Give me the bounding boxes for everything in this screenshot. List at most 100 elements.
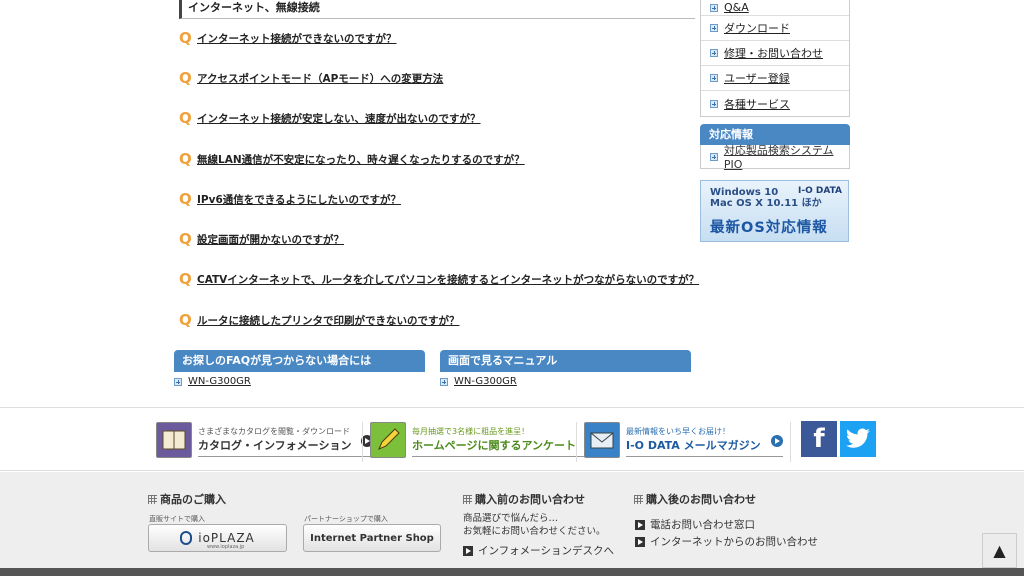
divider xyxy=(790,422,791,462)
sidebar-item-label: ダウンロード xyxy=(724,22,790,35)
sidebar-item-registration[interactable]: ユーザー登録 xyxy=(701,66,849,91)
os-banner-line2: Mac OS X 10.11 ほか xyxy=(710,198,822,209)
faq-link[interactable]: 設定画面が開かないのですが？ xyxy=(197,232,344,247)
ioplaza-logo-icon xyxy=(180,531,193,545)
faq-item[interactable]: Q インターネット接続ができないのですが？ xyxy=(179,28,397,48)
catalog-banner[interactable]: さまざまなカタログを閲覧・ダウンロード カタログ・インフォメーション xyxy=(156,422,374,458)
infodesk-link[interactable]: インフォメーションデスクへ xyxy=(463,543,614,558)
sidebar-item-qa[interactable]: Q&A xyxy=(701,0,849,16)
support-pio-link[interactable]: 対応製品検索システムPIO xyxy=(700,144,850,171)
section-title: インターネット、無線接続 xyxy=(179,0,695,19)
faq-item[interactable]: Q 設定画面が開かないのですが？ xyxy=(179,229,344,249)
faq-link[interactable]: アクセスポイントモード（APモード）への変更方法 xyxy=(197,71,443,86)
faq-link[interactable]: 無線LAN通信が不安定になったり、時々遅くなったりするのですが？ xyxy=(197,152,525,167)
faq-item[interactable]: Q ルータに接続したプリンタで印刷ができないのですが？ xyxy=(179,310,460,330)
q-icon: Q xyxy=(179,29,192,47)
iodata-logo: I-O DATA xyxy=(797,186,842,196)
internet-contact-label: インターネットからのお問い合わせ xyxy=(650,536,818,548)
banner-underline xyxy=(198,456,374,457)
bottom-bar xyxy=(0,568,1024,576)
footer-prepurchase-title: 購入前のお問い合わせ xyxy=(463,491,585,507)
manual-link[interactable]: WN-G300GR xyxy=(440,376,517,387)
footer: 商品のご購入 直販サイトで購入 ioPLAZA www.ioplaza.jp パ… xyxy=(0,472,1024,568)
footer-postpurchase-title-text: 購入後のお問い合わせ xyxy=(646,493,756,506)
faq-link[interactable]: CATVインターネットで、ルータを介してパソコンを接続するとインターネットがつな… xyxy=(197,272,699,287)
faq-link[interactable]: インターネット接続ができないのですが？ xyxy=(197,31,397,46)
sidebar-menu: Q&A ダウンロード 修理・お問い合わせ ユーザー登録 各種サービス xyxy=(700,0,850,117)
divider xyxy=(362,422,363,462)
divider xyxy=(576,422,577,462)
faq-item[interactable]: Q IPv6通信をできるようにしたいのですが？ xyxy=(179,189,401,209)
faq-link[interactable]: インターネット接続が安定しない、速度が出ないのですが？ xyxy=(197,111,481,126)
prepurchase-text: 商品選びで悩んだら… お気軽にお問い合わせください。 xyxy=(463,512,606,538)
phone-contact-link[interactable]: 電話お問い合わせ窓口 xyxy=(635,517,755,532)
manual-link-label: WN-G300GR xyxy=(454,376,517,387)
grid-icon xyxy=(148,494,157,504)
facebook-icon[interactable]: f xyxy=(801,421,837,457)
faq-not-found-link-label: WN-G300GR xyxy=(188,376,251,387)
ioplaza-label: ioPLAZA xyxy=(198,531,255,545)
sidebar-item-label: Q&A xyxy=(724,1,749,14)
sidebar-item-label: ユーザー登録 xyxy=(724,72,790,85)
q-icon: Q xyxy=(179,69,192,87)
phone-contact-label: 電話お問い合わせ窓口 xyxy=(650,519,755,531)
q-icon: Q xyxy=(179,150,192,168)
plus-icon xyxy=(440,377,448,386)
partner-shop-label: パートナーショップで購入 xyxy=(304,515,388,523)
arrow-right-icon xyxy=(635,519,645,530)
twitter-icon[interactable] xyxy=(840,421,876,457)
plus-icon xyxy=(710,24,718,32)
catalog-banner-sub: さまざまなカタログを閲覧・ダウンロード xyxy=(198,427,350,436)
q-icon: Q xyxy=(179,190,192,208)
footer-postpurchase-title: 購入後のお問い合わせ xyxy=(634,491,756,507)
faq-not-found-link[interactable]: WN-G300GR xyxy=(174,376,251,387)
plus-icon xyxy=(710,99,718,108)
sidebar-item-repair[interactable]: 修理・お問い合わせ xyxy=(701,41,849,66)
plus-icon xyxy=(710,152,718,161)
mail-banner-title: I-O DATA メールマガジン xyxy=(626,439,761,452)
internet-contact-link[interactable]: インターネットからのお問い合わせ xyxy=(635,534,818,549)
ioplaza-url: www.ioplaza.jp xyxy=(207,544,245,550)
faq-link[interactable]: IPv6通信をできるようにしたいのですが？ xyxy=(197,192,401,207)
mail-icon xyxy=(584,422,620,458)
ioplaza-button[interactable]: ioPLAZA www.ioplaza.jp xyxy=(148,524,287,552)
direct-sale-label: 直販サイトで購入 xyxy=(149,515,205,523)
faq-link[interactable]: ルータに接続したプリンタで印刷ができないのですが？ xyxy=(197,313,460,328)
faq-item[interactable]: Q 無線LAN通信が不安定になったり、時々遅くなったりするのですが？ xyxy=(179,149,525,169)
os-banner-main: 最新OS対応情報 xyxy=(710,220,828,236)
grid-icon xyxy=(463,494,472,504)
os-support-banner[interactable]: Windows 10 Mac OS X 10.11 ほか I-O DATA 最新… xyxy=(700,180,849,242)
catalog-icon xyxy=(156,422,192,458)
pencil-icon xyxy=(370,422,406,458)
survey-banner[interactable]: 毎月抽選で3名様に粗品を進呈！ ホームページに関するアンケート xyxy=(370,422,599,458)
mailmagazine-banner[interactable]: 最新情報をいち早くお届け！ I-O DATA メールマガジン xyxy=(584,422,783,458)
arrow-right-icon xyxy=(635,536,645,547)
q-icon: Q xyxy=(179,109,192,127)
sidebar-item-label: 修理・お問い合わせ xyxy=(724,47,823,60)
banner-underline xyxy=(626,456,783,457)
q-icon: Q xyxy=(179,311,192,329)
sidebar-item-download[interactable]: ダウンロード xyxy=(701,16,849,41)
back-to-top-button[interactable]: ▲ xyxy=(982,533,1017,568)
prepurchase-line1: 商品選びで悩んだら… xyxy=(463,513,559,524)
partner-shop-button[interactable]: Internet Partner Shop xyxy=(303,524,441,552)
faq-item[interactable]: Q インターネット接続が安定しない、速度が出ないのですが？ xyxy=(179,108,481,128)
plus-icon xyxy=(710,74,718,82)
sidebar-item-services[interactable]: 各種サービス xyxy=(701,91,849,116)
mail-banner-sub: 最新情報をいち早くお届け！ xyxy=(626,427,730,436)
faq-item[interactable]: Q アクセスポイントモード（APモード）への変更方法 xyxy=(179,68,443,88)
plus-icon xyxy=(710,49,718,57)
main-content: インターネット、無線接続 Q インターネット接続ができないのですが？ Q アクセ… xyxy=(0,0,1024,407)
footer-products-title-text: 商品のご購入 xyxy=(160,493,226,506)
manual-title: 画面で見るマニュアル xyxy=(440,350,691,372)
grid-icon xyxy=(634,494,643,504)
footer-products-title: 商品のご購入 xyxy=(148,491,226,507)
q-icon: Q xyxy=(179,270,192,288)
q-icon: Q xyxy=(179,230,192,248)
arrow-right-icon xyxy=(770,435,783,447)
prepurchase-line2: お気軽にお問い合わせください。 xyxy=(463,526,606,537)
banner-underline xyxy=(412,456,599,457)
arrow-right-icon xyxy=(463,545,473,556)
survey-banner-sub: 毎月抽選で3名様に粗品を進呈！ xyxy=(412,427,530,436)
faq-item[interactable]: Q CATVインターネットで、ルータを介してパソコンを接続するとインターネットが… xyxy=(179,269,699,289)
